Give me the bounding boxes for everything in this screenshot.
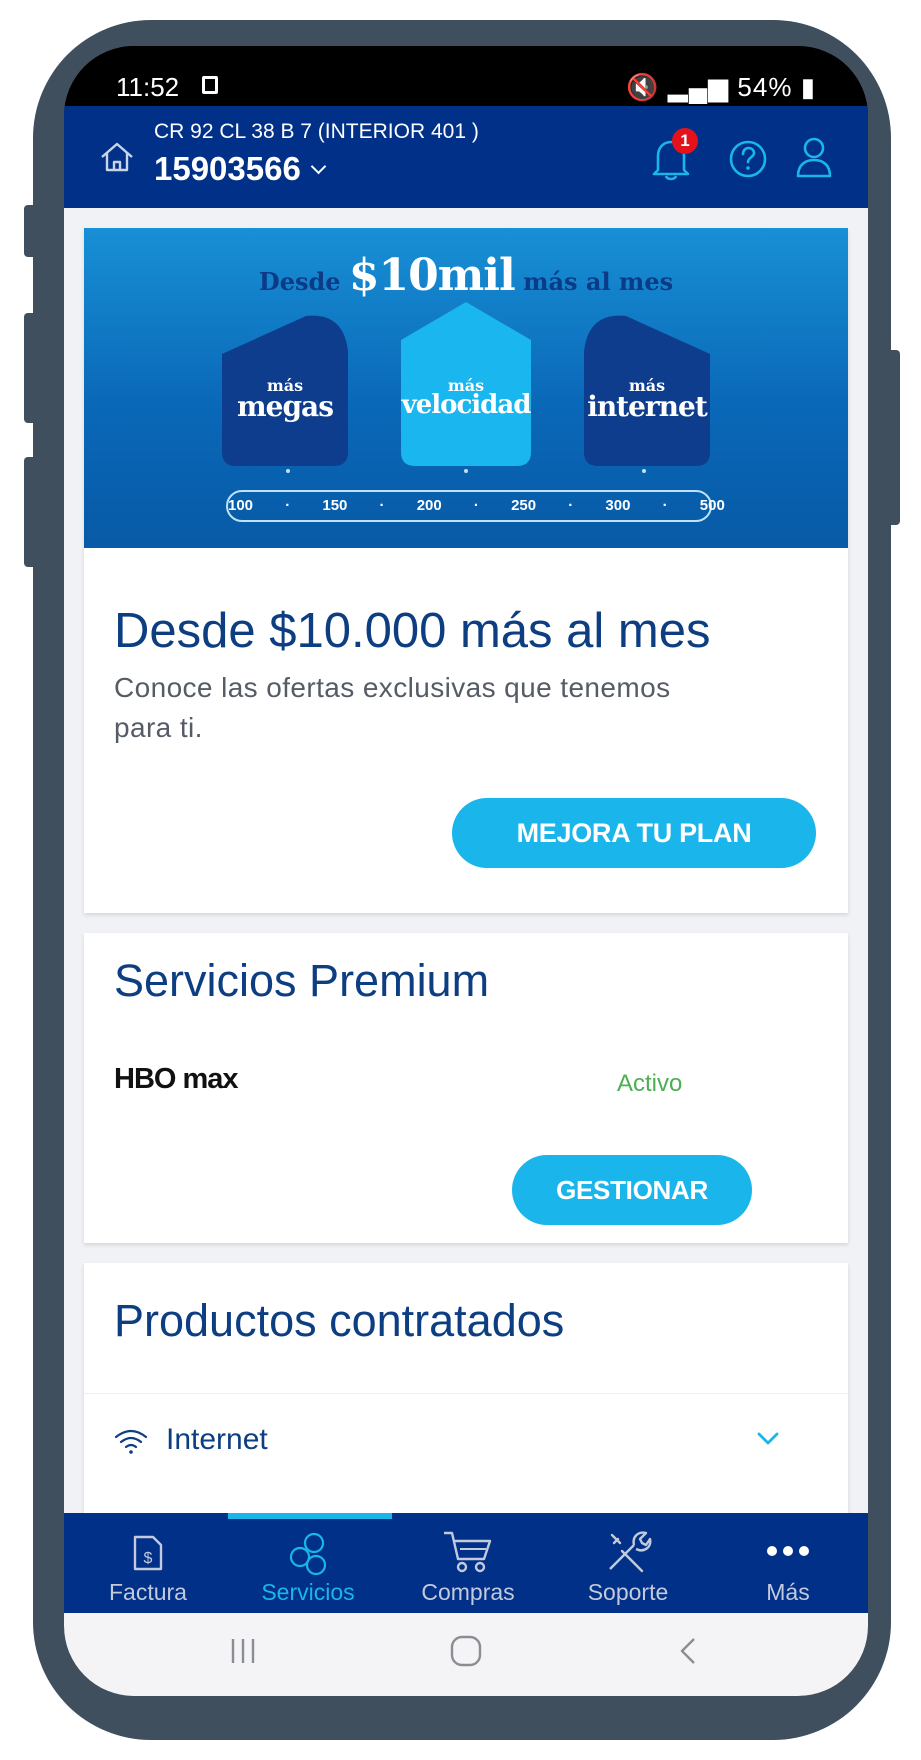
user-profile-icon[interactable]	[794, 134, 834, 180]
chevron-down-icon[interactable]	[756, 1426, 780, 1450]
notification-badge: 1	[672, 128, 698, 154]
nav-label: Soporte	[587, 1579, 669, 1605]
volume-down-button	[24, 313, 38, 423]
connector-dot	[286, 469, 290, 473]
status-indicators: 🔇 ▂▄▆ 54% ▮	[626, 72, 816, 103]
bottom-navigation: $ Factura Servicios Compras Soporte Más	[64, 1513, 868, 1613]
status-time: 11:52	[116, 72, 180, 102]
connector-dot	[464, 469, 468, 473]
tools-icon	[609, 1531, 652, 1573]
banner-headline-suffix: más al mes	[523, 267, 674, 296]
promo-description: Conoce las ofertas exclusivas que tenemo…	[114, 672, 671, 743]
divider	[84, 1393, 848, 1394]
nav-label: Factura	[109, 1579, 187, 1605]
house-megas: más megas	[216, 312, 354, 472]
bixby-button	[24, 457, 38, 567]
wifi-icon	[114, 1429, 148, 1454]
home-icon[interactable]	[98, 138, 136, 176]
account-selector[interactable]: 15903566	[154, 150, 327, 188]
mute-icon: 🔇	[626, 72, 660, 102]
premium-title: Servicios Premium	[114, 955, 490, 1006]
nav-label: Servicios	[261, 1579, 355, 1605]
speed-scale: 100 · 150 · 200 · 250 · 300 · 500	[226, 490, 725, 522]
back-icon[interactable]	[676, 1633, 700, 1669]
house-velocidad: más velocidad	[397, 300, 535, 472]
power-button	[886, 350, 900, 525]
nav-item-mas[interactable]: Más	[708, 1513, 868, 1613]
hbo-max-logo: HBO max	[114, 1063, 239, 1095]
recent-apps-icon[interactable]	[228, 1633, 258, 1669]
service-address[interactable]: CR 92 CL 38 B 7 (INTERIOR 401 )	[154, 120, 479, 144]
active-tab-indicator	[228, 1513, 392, 1519]
battery-icon: ▮	[800, 72, 816, 102]
premium-services-card: Servicios Premium HBO max Activo GESTION…	[84, 933, 848, 1243]
screenshot-icon	[202, 76, 218, 94]
house-big-text: internet	[587, 390, 708, 423]
manage-button[interactable]: GESTIONAR	[512, 1155, 752, 1225]
banner-headline-amount: $10mil	[348, 250, 516, 301]
nav-label: Compras	[421, 1579, 515, 1605]
system-navigation-bar	[64, 1613, 868, 1696]
nav-item-factura[interactable]: $ Factura	[68, 1513, 228, 1613]
help-icon[interactable]	[727, 138, 769, 180]
banner-headline: Desde $10mil más al mes	[84, 250, 848, 301]
main-content[interactable]: Desde $10mil más al mes más megas más ve…	[64, 208, 868, 1513]
notifications-button[interactable]: 1	[648, 128, 698, 182]
nav-item-servicios[interactable]: Servicios	[228, 1513, 388, 1613]
products-title: Productos contratados	[114, 1295, 565, 1346]
signal-icon: ▂▄▆	[667, 72, 730, 102]
house-internet: más internet	[578, 312, 716, 472]
nav-item-soporte[interactable]: Soporte	[548, 1513, 708, 1613]
promo-card: Desde $10mil más al mes más megas más ve…	[84, 228, 848, 913]
volume-up-button	[24, 205, 38, 257]
cart-icon	[444, 1531, 492, 1573]
nav-item-compras[interactable]: Compras	[388, 1513, 548, 1613]
house-big-text: megas	[237, 390, 334, 423]
promo-title: Desde $10.000 más al mes	[114, 604, 711, 658]
chevron-down-icon	[310, 158, 327, 175]
more-icon	[767, 1546, 809, 1556]
svg-text:$: $	[144, 1550, 153, 1567]
app-header: CR 92 CL 38 B 7 (INTERIOR 401 ) 15903566…	[64, 106, 868, 208]
home-button-icon[interactable]	[447, 1633, 485, 1669]
service-status: Activo	[617, 1070, 683, 1097]
nav-label: Más	[766, 1579, 810, 1605]
connector-dot	[642, 469, 646, 473]
product-label: Internet	[166, 1423, 268, 1456]
phone-screen: 11:52 🔇 ▂▄▆ 54% ▮ CR 92 CL 38 B 7 (INTER…	[64, 46, 868, 1696]
services-icon	[289, 1532, 327, 1576]
invoice-icon: $	[133, 1535, 163, 1571]
house-big-text: velocidad	[401, 390, 532, 420]
battery-level: 54%	[737, 72, 793, 102]
account-number: 15903566	[154, 150, 301, 187]
banner-headline-prefix: Desde	[258, 267, 341, 296]
speed-values: 100 · 150 · 200 · 250 · 300 · 500	[228, 497, 725, 514]
promo-banner[interactable]: Desde $10mil más al mes más megas más ve…	[84, 228, 848, 548]
status-bar: 11:52 🔇 ▂▄▆ 54% ▮	[64, 46, 868, 106]
contracted-products-card: Productos contratados Internet	[84, 1263, 848, 1513]
upgrade-plan-button[interactable]: MEJORA TU PLAN	[452, 798, 816, 868]
